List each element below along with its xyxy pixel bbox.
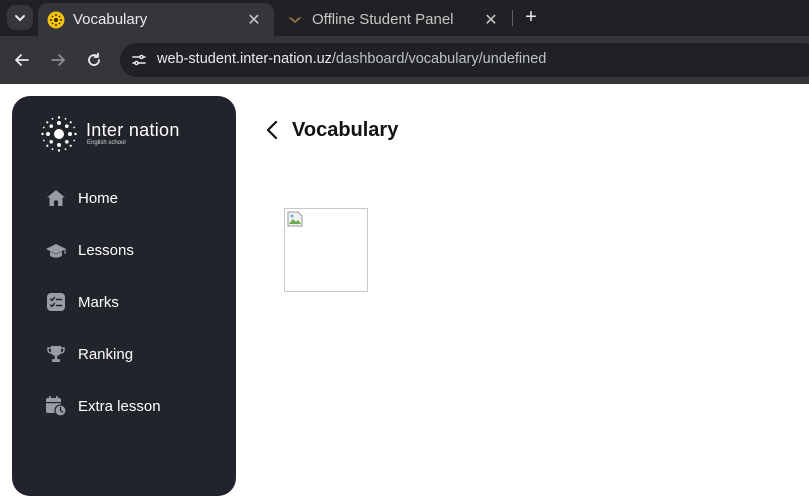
graduation-cap-icon	[45, 239, 67, 261]
sidebar-item-marks[interactable]: Marks	[45, 290, 119, 314]
home-icon	[45, 187, 67, 209]
new-tab-button[interactable]: +	[520, 6, 542, 28]
tab-search-button[interactable]	[7, 5, 33, 30]
close-icon[interactable]: ✕	[244, 10, 264, 30]
forward-arrow-icon[interactable]	[47, 49, 69, 71]
page-header: Vocabulary	[262, 118, 398, 142]
sidebar-item-label: Home	[78, 189, 119, 207]
checklist-icon	[45, 291, 67, 313]
sidebar-item-extra-lesson[interactable]: Extra lesson	[45, 394, 161, 418]
sidebar-item-lessons[interactable]: Lessons	[45, 238, 134, 262]
url-text: web-student.inter-nation.uz/dashboard/vo…	[157, 51, 546, 67]
close-icon[interactable]: ✕	[481, 10, 501, 30]
tab-vocabulary[interactable]: Vocabulary ✕	[38, 3, 274, 36]
url-host: web-student.inter-nation.uz	[157, 51, 332, 67]
sidebar-item-ranking[interactable]: Ranking	[45, 342, 133, 366]
address-bar[interactable]: web-student.inter-nation.uz/dashboard/vo…	[120, 43, 809, 77]
sidebar-item-label: Lessons	[78, 241, 134, 259]
logo[interactable]: Inter nation English school	[40, 116, 180, 152]
reload-icon[interactable]	[83, 49, 105, 71]
sidebar-item-label: Ranking	[78, 345, 134, 363]
url-path: /dashboard/vocabulary/undefined	[331, 51, 547, 67]
chevron-down-icon	[15, 14, 25, 21]
logo-text: Inter nation English school	[86, 121, 180, 147]
sidebar-item-home[interactable]: Home	[45, 186, 118, 210]
page-title: Vocabulary	[292, 118, 399, 141]
tab-separator	[512, 10, 513, 26]
sidebar-item-label: Extra lesson	[78, 397, 161, 415]
inter-nation-favicon	[47, 11, 65, 29]
site-info-icon[interactable]	[128, 49, 150, 71]
broken-image-icon	[287, 211, 303, 227]
calendar-clock-icon	[45, 395, 67, 417]
inter-nation-logo-icon	[41, 116, 77, 152]
browser-tab-bar: Vocabulary ✕ Offline Student Panel ✕ +	[0, 0, 809, 36]
back-arrow-icon[interactable]	[11, 49, 33, 71]
tab-offline-student-panel[interactable]: Offline Student Panel ✕	[277, 3, 511, 36]
sidebar-item-label: Marks	[78, 293, 119, 311]
sidebar: Inter nation English school Home Lessons…	[12, 96, 236, 496]
logo-name: Inter nation	[86, 120, 180, 140]
tab-title: Vocabulary	[73, 11, 148, 28]
trophy-icon	[45, 343, 67, 365]
broken-image	[284, 208, 368, 292]
bird-favicon	[286, 11, 304, 29]
logo-subtitle: English school	[87, 140, 126, 146]
back-chevron-icon[interactable]	[262, 118, 282, 142]
tab-title: Offline Student Panel	[312, 11, 454, 28]
browser-toolbar: web-student.inter-nation.uz/dashboard/vo…	[0, 36, 809, 84]
